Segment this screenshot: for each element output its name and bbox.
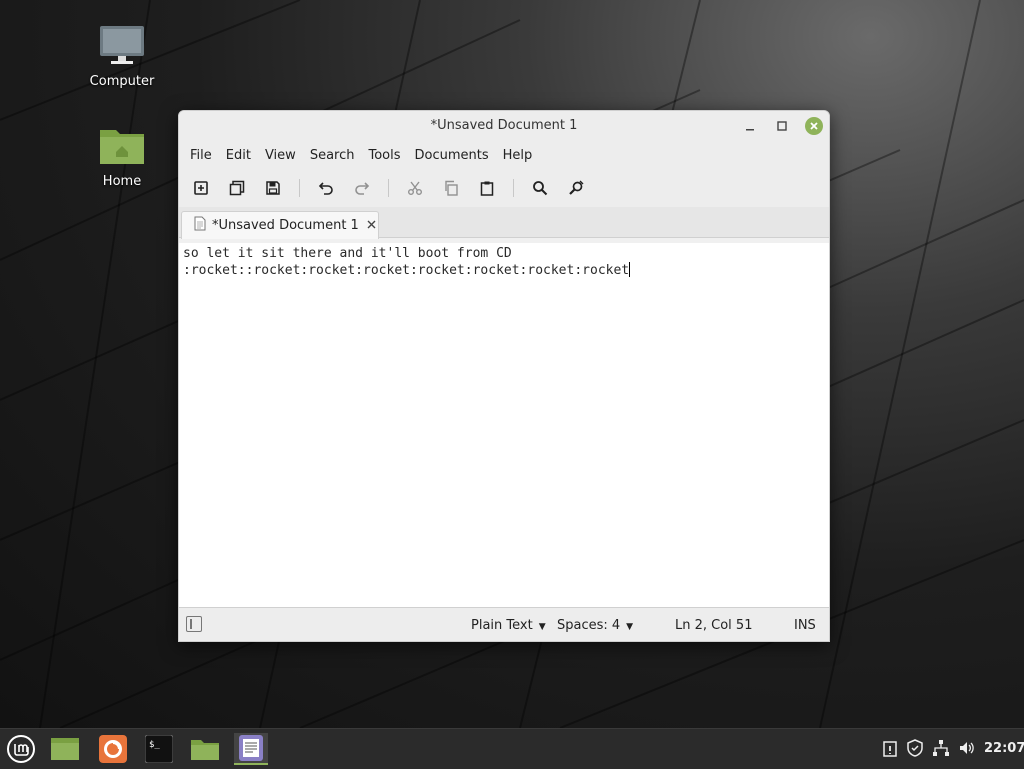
menu-tools[interactable]: Tools bbox=[361, 148, 407, 163]
menu-view[interactable]: View bbox=[258, 148, 303, 163]
close-tab-icon[interactable] bbox=[367, 218, 376, 233]
replace-icon[interactable] bbox=[564, 176, 588, 200]
clipboard-icon[interactable] bbox=[882, 739, 898, 761]
shield-icon[interactable] bbox=[906, 739, 924, 761]
show-desktop-button[interactable] bbox=[48, 733, 82, 765]
side-panel-toggle-icon[interactable] bbox=[186, 616, 202, 632]
redo-icon[interactable] bbox=[350, 176, 374, 200]
menu-edit[interactable]: Edit bbox=[219, 148, 258, 163]
toolbar bbox=[179, 169, 829, 207]
document-tab-bar: *Unsaved Document 1 bbox=[179, 207, 829, 239]
menu-bar: File Edit View Search Tools Documents He… bbox=[179, 141, 829, 169]
paste-icon[interactable] bbox=[475, 176, 499, 200]
taskbar: $_ 22:07 bbox=[0, 728, 1024, 769]
start-menu-button[interactable] bbox=[4, 733, 38, 765]
menu-help[interactable]: Help bbox=[496, 148, 540, 163]
cursor-position: Ln 2, Col 51 bbox=[675, 618, 753, 633]
indent-selector[interactable]: Spaces: 4 ▼ bbox=[557, 618, 633, 633]
close-button[interactable] bbox=[805, 117, 823, 135]
text-editor-taskbar-item[interactable] bbox=[234, 733, 268, 765]
tab-label: *Unsaved Document 1 bbox=[212, 218, 359, 233]
window-title: *Unsaved Document 1 bbox=[430, 118, 578, 133]
desktop-icon-label: Computer bbox=[89, 74, 155, 89]
svg-text:$_: $_ bbox=[149, 740, 160, 750]
insert-mode: INS bbox=[794, 618, 816, 633]
menu-documents[interactable]: Documents bbox=[408, 148, 496, 163]
terminal-launcher[interactable]: $_ bbox=[142, 733, 176, 765]
open-icon[interactable] bbox=[225, 176, 249, 200]
status-bar: Plain Text ▼ Spaces: 4 ▼ Ln 2, Col 51 INS bbox=[179, 607, 829, 641]
menu-search[interactable]: Search bbox=[303, 148, 362, 163]
dropdown-arrow-icon: ▼ bbox=[626, 622, 634, 632]
toolbar-separator bbox=[513, 179, 514, 197]
minimize-button[interactable] bbox=[741, 117, 759, 135]
text-cursor bbox=[629, 262, 631, 277]
save-icon[interactable] bbox=[261, 176, 285, 200]
editor-line: so let it sit there and it'll boot from … bbox=[183, 246, 512, 261]
clock[interactable]: 22:07 bbox=[984, 741, 1024, 756]
dropdown-arrow-icon: ▼ bbox=[538, 622, 546, 632]
files-launcher[interactable] bbox=[188, 733, 222, 765]
cut-icon[interactable] bbox=[403, 176, 427, 200]
window-titlebar[interactable]: *Unsaved Document 1 bbox=[179, 111, 829, 141]
desktop-icon-label: Home bbox=[102, 174, 142, 189]
undo-icon[interactable] bbox=[314, 176, 338, 200]
copy-icon[interactable] bbox=[439, 176, 463, 200]
tab-unsaved-document[interactable]: *Unsaved Document 1 bbox=[181, 211, 379, 239]
editor-line-current: :rocket::rocket:rocket:rocket:rocket:roc… bbox=[179, 262, 829, 279]
editor-line-text: :rocket::rocket:rocket:rocket:rocket:roc… bbox=[183, 263, 630, 278]
document-icon bbox=[194, 216, 206, 235]
toolbar-separator bbox=[388, 179, 389, 197]
firefox-launcher[interactable] bbox=[96, 733, 130, 765]
maximize-button[interactable] bbox=[773, 117, 791, 135]
new-document-icon[interactable] bbox=[189, 176, 213, 200]
search-icon[interactable] bbox=[528, 176, 552, 200]
language-selector[interactable]: Plain Text ▼ bbox=[471, 618, 546, 633]
desktop-icon-home[interactable]: Home bbox=[77, 124, 167, 189]
volume-icon[interactable] bbox=[958, 739, 976, 761]
monitor-icon bbox=[77, 24, 167, 70]
folder-icon bbox=[77, 124, 167, 170]
text-editor-window: *Unsaved Document 1 File Edit View Searc… bbox=[178, 110, 830, 642]
network-icon[interactable] bbox=[932, 739, 950, 761]
toolbar-separator bbox=[299, 179, 300, 197]
text-editor-area[interactable]: so let it sit there and it'll boot from … bbox=[179, 243, 829, 607]
menu-file[interactable]: File bbox=[183, 148, 219, 163]
desktop-icon-computer[interactable]: Computer bbox=[77, 24, 167, 89]
language-label: Plain Text bbox=[471, 618, 533, 633]
indent-label: Spaces: 4 bbox=[557, 618, 621, 633]
